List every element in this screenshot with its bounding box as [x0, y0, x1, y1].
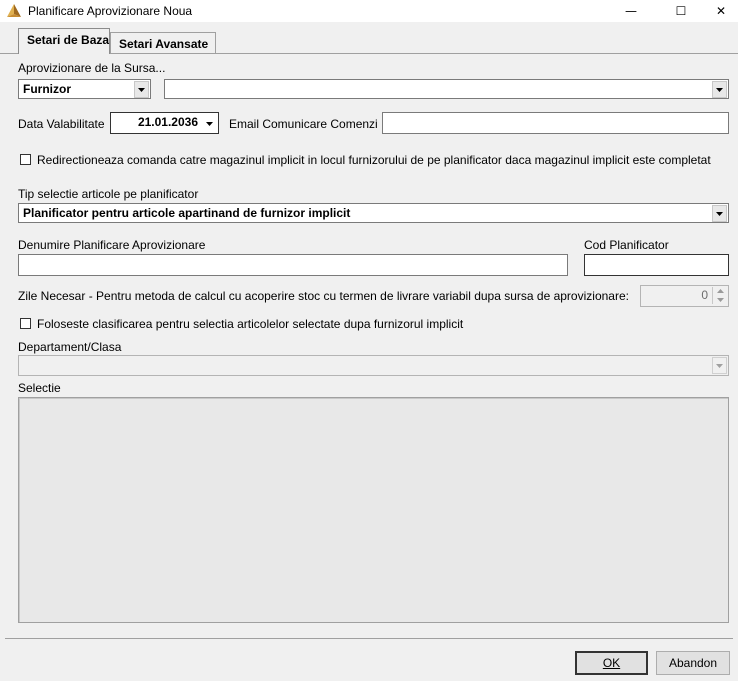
chevron-down-icon[interactable]: [134, 81, 149, 98]
spin-up-icon[interactable]: [713, 287, 727, 296]
footer-divider: [5, 638, 733, 639]
department-label: Departament/Clasa: [18, 340, 122, 354]
dialog-window: Planificare Aprovizionare Noua — ☐ ✕ Set…: [0, 0, 738, 681]
email-label: Email Comunicare Comenzi: [229, 117, 378, 131]
article-selection-select[interactable]: Planificator pentru articole apartinand …: [18, 203, 729, 223]
days-needed-value: 0: [701, 288, 708, 302]
minimize-button[interactable]: —: [608, 0, 654, 22]
spin-down-icon[interactable]: [713, 296, 727, 305]
chevron-down-icon[interactable]: [712, 81, 727, 98]
cancel-button-label: Abandon: [668, 656, 718, 670]
validity-date-picker[interactable]: 21.01.2036: [110, 112, 219, 134]
tab-strip: Setari de Baza Setari Avansate: [0, 28, 738, 54]
days-needed-spinner[interactable]: 0: [640, 285, 729, 307]
supplier-select[interactable]: [164, 79, 729, 99]
app-pyramid-icon: [7, 4, 21, 17]
planner-name-label: Denumire Planificare Aprovizionare: [18, 238, 206, 252]
chevron-down-icon[interactable]: [712, 205, 727, 222]
spinner-arrows[interactable]: [712, 287, 727, 304]
classification-checkbox-label: Foloseste clasificarea pentru selectia a…: [37, 317, 464, 331]
planner-code-field[interactable]: [584, 254, 729, 276]
validity-label: Data Valabilitate: [18, 117, 105, 131]
close-button[interactable]: ✕: [698, 0, 738, 22]
source-label: Aprovizionare de la Sursa...: [18, 61, 166, 75]
source-type-value: Furnizor: [23, 82, 71, 96]
article-selection-value: Planificator pentru articole apartinand …: [23, 206, 351, 220]
tab-setari-avansate[interactable]: Setari Avansate: [110, 32, 216, 53]
calendar-dropdown-icon[interactable]: [202, 115, 217, 132]
redirect-checkbox[interactable]: [20, 154, 31, 165]
chevron-down-icon[interactable]: [712, 357, 727, 374]
title-bar: Planificare Aprovizionare Noua — ☐ ✕: [0, 0, 738, 22]
planner-code-label: Cod Planificator: [584, 238, 669, 252]
article-selection-label: Tip selectie articole pe planificator: [18, 187, 199, 201]
validity-date-value: 21.01.2036: [137, 115, 198, 129]
department-select[interactable]: [18, 355, 729, 376]
source-type-select[interactable]: Furnizor: [18, 79, 151, 99]
classification-checkbox[interactable]: [20, 318, 31, 329]
window-title: Planificare Aprovizionare Noua: [28, 4, 193, 18]
ok-button-label: OK: [602, 656, 621, 670]
days-needed-label: Zile Necesar - Pentru metoda de calcul c…: [18, 289, 629, 303]
selection-label: Selectie: [18, 381, 61, 395]
email-field[interactable]: [382, 112, 729, 134]
tab-setari-de-baza[interactable]: Setari de Baza: [18, 28, 110, 54]
selection-panel[interactable]: [18, 397, 729, 623]
tab-divider: [0, 53, 738, 54]
cancel-button[interactable]: Abandon: [656, 651, 730, 675]
planner-name-field[interactable]: [18, 254, 568, 276]
redirect-checkbox-label: Redirectioneaza comanda catre magazinul …: [37, 153, 711, 167]
ok-button[interactable]: OK: [575, 651, 648, 675]
